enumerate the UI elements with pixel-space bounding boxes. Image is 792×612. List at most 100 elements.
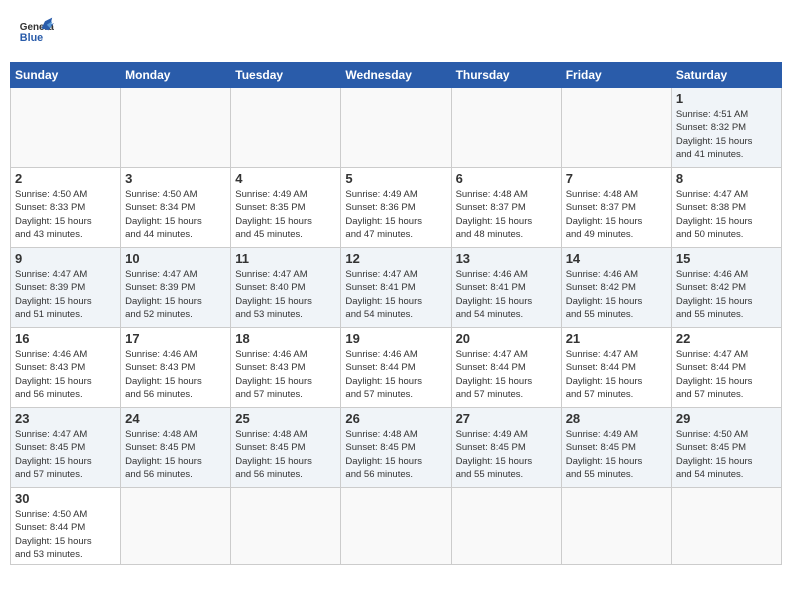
calendar-cell: 18Sunrise: 4:46 AM Sunset: 8:43 PM Dayli… [231, 328, 341, 408]
day-number: 23 [15, 411, 116, 426]
calendar-week-3: 9 Sunrise: 4:47 AM Sunset: 8:39 PM Daylig… [11, 248, 782, 328]
day-info: Sunrise: 4:46 AM Sunset: 8:42 PM Dayligh… [566, 268, 667, 321]
day-number: 12 [345, 251, 446, 266]
calendar-week-5: 23 Sunrise: 4:47 AM Sunset: 8:45 PM Dayli… [11, 408, 782, 488]
calendar-cell: 6Sunrise: 4:48 AM Sunset: 8:37 PM Daylig… [451, 168, 561, 248]
calendar-header: SundayMondayTuesdayWednesdayThursdayFrid… [11, 63, 782, 88]
calendar-cell: 15 Sunrise: 4:46 AM Sunset: 8:42 PM Dayli… [671, 248, 781, 328]
day-info: Sunrise: 4:47 AM Sunset: 8:44 PM Dayligh… [676, 348, 777, 401]
calendar-cell: 17 Sunrise: 4:46 AM Sunset: 8:43 PM Dayli… [121, 328, 231, 408]
weekday-header-tuesday: Tuesday [231, 63, 341, 88]
weekday-header-sunday: Sunday [11, 63, 121, 88]
calendar-cell: 24 Sunrise: 4:48 AM Sunset: 8:45 PM Dayli… [121, 408, 231, 488]
day-number: 13 [456, 251, 557, 266]
day-number: 26 [345, 411, 446, 426]
day-info: Sunrise: 4:50 AM Sunset: 8:45 PM Dayligh… [676, 428, 777, 481]
calendar-cell: 10 Sunrise: 4:47 AM Sunset: 8:39 PM Dayli… [121, 248, 231, 328]
calendar-body: 1 Sunrise: 4:51 AM Sunset: 8:32 PM Daylig… [11, 88, 782, 565]
calendar-cell: 28Sunrise: 4:49 AM Sunset: 8:45 PM Dayli… [561, 408, 671, 488]
day-number: 18 [235, 331, 336, 346]
day-info: Sunrise: 4:47 AM Sunset: 8:40 PM Dayligh… [235, 268, 336, 321]
calendar-cell: 19 Sunrise: 4:46 AM Sunset: 8:44 PM Dayli… [341, 328, 451, 408]
calendar-cell [341, 88, 451, 168]
day-info: Sunrise: 4:48 AM Sunset: 8:37 PM Dayligh… [566, 188, 667, 241]
day-number: 11 [235, 251, 336, 266]
day-number: 30 [15, 491, 116, 506]
day-number: 5 [345, 171, 446, 186]
day-number: 24 [125, 411, 226, 426]
calendar-week-4: 16Sunrise: 4:46 AM Sunset: 8:43 PM Dayli… [11, 328, 782, 408]
day-number: 28 [566, 411, 667, 426]
day-info: Sunrise: 4:50 AM Sunset: 8:34 PM Dayligh… [125, 188, 226, 241]
day-number: 15 [676, 251, 777, 266]
weekday-header-friday: Friday [561, 63, 671, 88]
day-info: Sunrise: 4:47 AM Sunset: 8:41 PM Dayligh… [345, 268, 446, 321]
day-info: Sunrise: 4:46 AM Sunset: 8:44 PM Dayligh… [345, 348, 446, 401]
calendar-week-1: 1 Sunrise: 4:51 AM Sunset: 8:32 PM Daylig… [11, 88, 782, 168]
day-number: 7 [566, 171, 667, 186]
day-info: Sunrise: 4:46 AM Sunset: 8:42 PM Dayligh… [676, 268, 777, 321]
day-number: 4 [235, 171, 336, 186]
calendar-cell: 11 Sunrise: 4:47 AM Sunset: 8:40 PM Dayli… [231, 248, 341, 328]
calendar-cell: 25Sunrise: 4:48 AM Sunset: 8:45 PM Dayli… [231, 408, 341, 488]
calendar-cell: 22 Sunrise: 4:47 AM Sunset: 8:44 PM Dayli… [671, 328, 781, 408]
calendar-cell: 26Sunrise: 4:48 AM Sunset: 8:45 PM Dayli… [341, 408, 451, 488]
day-info: Sunrise: 4:49 AM Sunset: 8:45 PM Dayligh… [456, 428, 557, 481]
day-info: Sunrise: 4:46 AM Sunset: 8:41 PM Dayligh… [456, 268, 557, 321]
calendar-cell [671, 488, 781, 565]
calendar-cell: 13 Sunrise: 4:46 AM Sunset: 8:41 PM Dayli… [451, 248, 561, 328]
calendar-cell: 9Sunrise: 4:47 AM Sunset: 8:39 PM Daylig… [11, 248, 121, 328]
calendar-cell: 27 Sunrise: 4:49 AM Sunset: 8:45 PM Dayli… [451, 408, 561, 488]
day-number: 1 [676, 91, 777, 106]
calendar-cell: 21Sunrise: 4:47 AM Sunset: 8:44 PM Dayli… [561, 328, 671, 408]
calendar-cell [121, 88, 231, 168]
day-info: Sunrise: 4:50 AM Sunset: 8:44 PM Dayligh… [15, 508, 116, 561]
day-number: 8 [676, 171, 777, 186]
calendar-cell: 2Sunrise: 4:50 AM Sunset: 8:33 PM Daylig… [11, 168, 121, 248]
logo: General Blue [18, 14, 54, 50]
day-info: Sunrise: 4:46 AM Sunset: 8:43 PM Dayligh… [125, 348, 226, 401]
svg-text:Blue: Blue [20, 32, 43, 44]
calendar-cell: 3 Sunrise: 4:50 AM Sunset: 8:34 PM Daylig… [121, 168, 231, 248]
calendar-cell: 29Sunrise: 4:50 AM Sunset: 8:45 PM Dayli… [671, 408, 781, 488]
weekday-header-saturday: Saturday [671, 63, 781, 88]
day-info: Sunrise: 4:51 AM Sunset: 8:32 PM Dayligh… [676, 108, 777, 161]
day-number: 22 [676, 331, 777, 346]
day-number: 3 [125, 171, 226, 186]
logo-icon: General Blue [18, 14, 54, 50]
calendar-cell: 8 Sunrise: 4:47 AM Sunset: 8:38 PM Daylig… [671, 168, 781, 248]
day-info: Sunrise: 4:49 AM Sunset: 8:35 PM Dayligh… [235, 188, 336, 241]
calendar-cell [231, 488, 341, 565]
day-number: 9 [15, 251, 116, 266]
calendar-cell [561, 88, 671, 168]
calendar-cell [561, 488, 671, 565]
page-header: General Blue [10, 10, 782, 54]
day-info: Sunrise: 4:47 AM Sunset: 8:38 PM Dayligh… [676, 188, 777, 241]
day-info: Sunrise: 4:47 AM Sunset: 8:45 PM Dayligh… [15, 428, 116, 481]
day-number: 21 [566, 331, 667, 346]
day-info: Sunrise: 4:46 AM Sunset: 8:43 PM Dayligh… [15, 348, 116, 401]
day-number: 17 [125, 331, 226, 346]
day-info: Sunrise: 4:48 AM Sunset: 8:45 PM Dayligh… [125, 428, 226, 481]
day-number: 27 [456, 411, 557, 426]
calendar-cell [451, 88, 561, 168]
calendar-cell: 1 Sunrise: 4:51 AM Sunset: 8:32 PM Daylig… [671, 88, 781, 168]
day-number: 6 [456, 171, 557, 186]
day-number: 19 [345, 331, 446, 346]
calendar-cell: 14Sunrise: 4:46 AM Sunset: 8:42 PM Dayli… [561, 248, 671, 328]
calendar-table: SundayMondayTuesdayWednesdayThursdayFrid… [10, 62, 782, 565]
day-number: 10 [125, 251, 226, 266]
calendar-cell: 12 Sunrise: 4:47 AM Sunset: 8:41 PM Dayli… [341, 248, 451, 328]
weekday-header-wednesday: Wednesday [341, 63, 451, 88]
calendar-cell: 7 Sunrise: 4:48 AM Sunset: 8:37 PM Daylig… [561, 168, 671, 248]
day-number: 25 [235, 411, 336, 426]
calendar-cell [451, 488, 561, 565]
calendar-cell [121, 488, 231, 565]
calendar-cell [231, 88, 341, 168]
day-info: Sunrise: 4:50 AM Sunset: 8:33 PM Dayligh… [15, 188, 116, 241]
weekday-header-monday: Monday [121, 63, 231, 88]
day-info: Sunrise: 4:47 AM Sunset: 8:39 PM Dayligh… [125, 268, 226, 321]
weekday-header-thursday: Thursday [451, 63, 561, 88]
calendar-cell: 23 Sunrise: 4:47 AM Sunset: 8:45 PM Dayli… [11, 408, 121, 488]
calendar-week-2: 2Sunrise: 4:50 AM Sunset: 8:33 PM Daylig… [11, 168, 782, 248]
